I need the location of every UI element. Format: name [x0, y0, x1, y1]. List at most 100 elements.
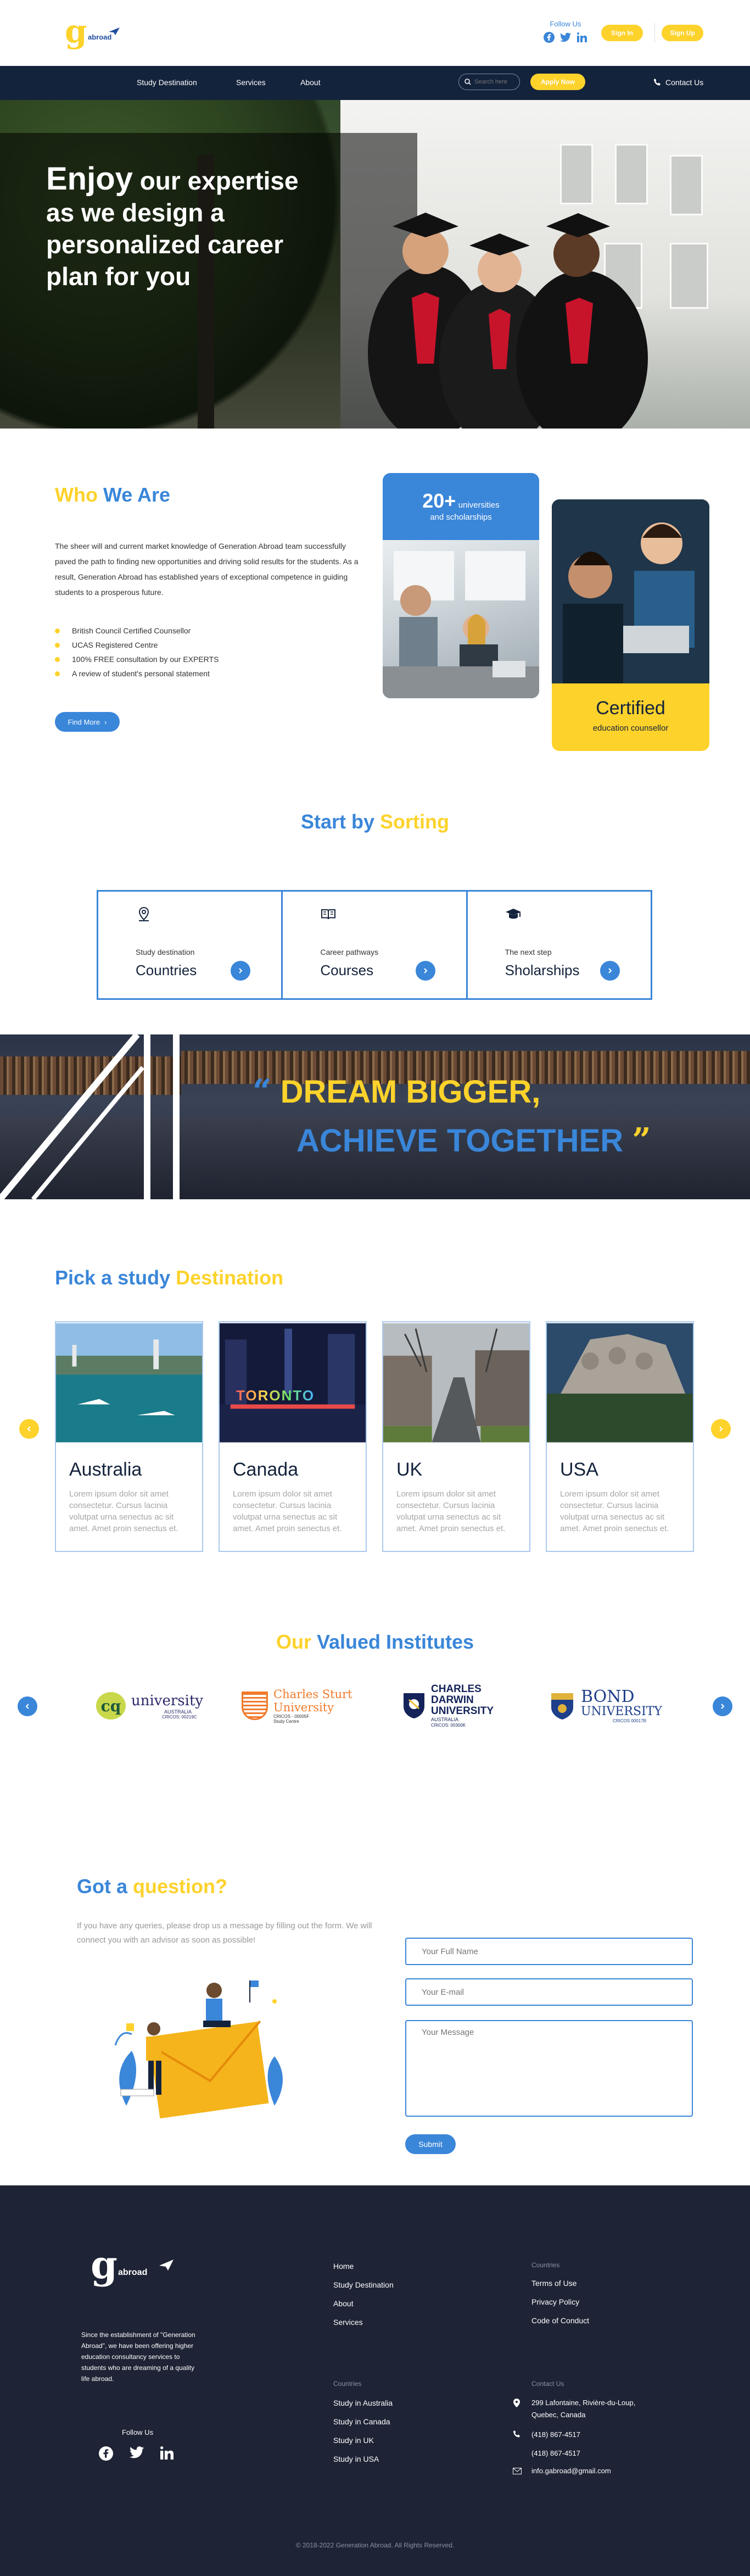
hero-title: Enjoy our expertise as we design a perso… [46, 161, 299, 291]
copyright: © 2018-2022 Generation Abroad. All Right… [295, 2541, 455, 2549]
bond-university-logo[interactable]: BOND UNIVERSITY CRICOS 00017B [549, 1684, 662, 1728]
toronto-sign: TORONTO [236, 1387, 315, 1404]
canada-photo [220, 1323, 366, 1443]
section-title: Got a question? [77, 1875, 228, 1898]
next-arrow-button[interactable] [711, 1419, 731, 1439]
graduates-photo [368, 213, 648, 429]
destination-card-canada[interactable]: TORONTO Canada Lorem ipsum dolor sit ame… [219, 1321, 367, 1552]
paper-plane-icon [109, 27, 120, 35]
phone-icon [513, 2430, 520, 2438]
dream-quote: “ DREAM BIGGER, ACHIEVE TOGETHER ” [253, 1072, 651, 1160]
logo[interactable]: g abroad [65, 15, 120, 54]
search-input[interactable] [474, 79, 516, 85]
usa-photo [547, 1323, 693, 1443]
book-icon [321, 909, 336, 920]
footer-social [99, 2446, 173, 2461]
footer-link-services[interactable]: Services [333, 2318, 363, 2327]
destination-card-australia[interactable]: Australia Lorem ipsum dolor sit amet con… [55, 1321, 203, 1552]
footer-link-australia[interactable]: Study in Australia [333, 2399, 393, 2407]
nav-about[interactable]: About [300, 78, 321, 87]
footer-link-conduct[interactable]: Code of Conduct [531, 2316, 589, 2325]
mail-icon [513, 2468, 522, 2474]
divider [654, 23, 655, 43]
prev-arrow-button[interactable] [19, 1419, 39, 1439]
sorting-section: Start by Sorting Study destination Count… [0, 780, 750, 1034]
question-text: If you have any queries, please drop us … [77, 1921, 372, 1945]
map-pin-icon [138, 906, 149, 921]
sort-scholarships[interactable]: The next step Sholarships [468, 892, 651, 998]
office-photo [383, 540, 539, 698]
footer-logo[interactable]: g abroad [91, 2246, 189, 2301]
footer-col-title: Countries [531, 2261, 560, 2269]
footer-about: Since the establishment of "Generation A… [81, 2331, 195, 2383]
arrow-right-icon[interactable] [415, 961, 435, 981]
linkedin-icon[interactable] [577, 31, 587, 43]
list-item: A review of student's personal statement [55, 666, 219, 681]
full-name-field[interactable] [405, 1938, 693, 1965]
footer-phone-2[interactable]: (418) 867-4517 [531, 2449, 580, 2457]
prev-institute-button[interactable] [18, 1696, 37, 1716]
linkedin-icon[interactable] [160, 2446, 173, 2460]
submit-button[interactable]: Submit [405, 2134, 456, 2154]
apply-now-button[interactable]: Apply Now [530, 74, 585, 90]
stair-lines [0, 1034, 180, 1199]
footer-link-privacy[interactable]: Privacy Policy [531, 2297, 579, 2306]
facebook-icon[interactable] [544, 31, 555, 43]
crest-icon [242, 1692, 268, 1720]
shield-icon [404, 1693, 424, 1718]
contact-us-link[interactable]: Contact Us [653, 78, 703, 87]
search-box [458, 74, 520, 90]
stat-card: 20+ universities and scholarships [383, 473, 539, 698]
chevron-right-icon: › [104, 717, 107, 726]
list-item: British Council Certified Counsellor [55, 624, 219, 638]
footer-link-home[interactable]: Home [333, 2262, 354, 2271]
australia-photo [56, 1323, 202, 1443]
footer-col-title: Contact Us [531, 2380, 564, 2388]
nav-services[interactable]: Services [236, 78, 266, 87]
footer-email[interactable]: info.gabroad@gmail.com [531, 2467, 611, 2475]
arrow-right-icon[interactable] [600, 961, 620, 981]
nav-study-destination[interactable]: Study Destination [137, 78, 197, 87]
footer-link-about[interactable]: About [333, 2299, 354, 2308]
charles-darwin-logo[interactable]: CHARLES DARWIN UNIVERSITY AUSTRALIA CRIC… [402, 1683, 494, 1728]
sorting-box: Study destination Countries Career pathw… [97, 890, 652, 1000]
footer-phone-1[interactable]: (418) 867-4517 [531, 2430, 580, 2439]
arrow-right-icon[interactable] [231, 961, 251, 981]
certified-card: Certified education counsellor [552, 499, 709, 751]
hero-title-big: Enjoy [46, 161, 133, 197]
facebook-icon[interactable] [99, 2446, 113, 2461]
logo-letter: g [65, 13, 87, 50]
email-field[interactable] [405, 1978, 693, 2006]
footer-address-1: 299 Lafontaine, Rivière-du-Loup, [531, 2399, 636, 2407]
footer-col-title: Countries [333, 2380, 362, 2388]
footer-link-uk[interactable]: Study in UK [333, 2436, 374, 2445]
section-title: Start by Sorting [300, 810, 450, 833]
footer-link-terms[interactable]: Terms of Use [531, 2279, 577, 2288]
sort-countries[interactable]: Study destination Countries [98, 892, 283, 998]
footer-link-usa[interactable]: Study in USA [333, 2455, 379, 2463]
footer: g abroad Since the establishment of "Gen… [0, 2185, 750, 2576]
sort-courses[interactable]: Career pathways Courses [283, 892, 468, 998]
crest-icon [551, 1693, 573, 1720]
sign-in-button[interactable]: Sign In [601, 25, 643, 41]
destination-card-usa[interactable]: USA Lorem ipsum dolor sit amet consectet… [546, 1321, 694, 1552]
search-icon [464, 79, 471, 85]
certified-subtitle: education counsellor [592, 724, 669, 733]
main-nav: Study Destination Services About Apply N… [0, 66, 750, 100]
twitter-icon[interactable] [560, 31, 571, 43]
hero-banner: Enjoy our expertise as we design a perso… [0, 100, 750, 429]
who-paragraph: The sheer will and current market knowle… [55, 542, 359, 597]
message-field[interactable] [405, 2020, 693, 2117]
cq-university-logo[interactable]: cq university AUSTRALIA CRICOS: 00219C [96, 1684, 203, 1728]
top-bar: g abroad Follow Us Sign In Sign Up [0, 0, 750, 66]
sign-up-button[interactable]: Sign Up [662, 25, 703, 41]
paper-plane-icon [159, 2260, 173, 2271]
footer-link-canada[interactable]: Study in Canada [333, 2417, 390, 2426]
next-institute-button[interactable] [713, 1696, 732, 1716]
footer-link-study-destination[interactable]: Study Destination [333, 2280, 394, 2289]
footer-address-2: Quebec, Canada [531, 2411, 586, 2419]
find-more-button[interactable]: Find More › [55, 712, 120, 732]
charles-sturt-logo[interactable]: Charles Sturt University CRICOS - 00005F… [242, 1684, 352, 1728]
twitter-icon[interactable] [130, 2446, 144, 2458]
destination-card-uk[interactable]: UK Lorem ipsum dolor sit amet consectetu… [382, 1321, 530, 1552]
